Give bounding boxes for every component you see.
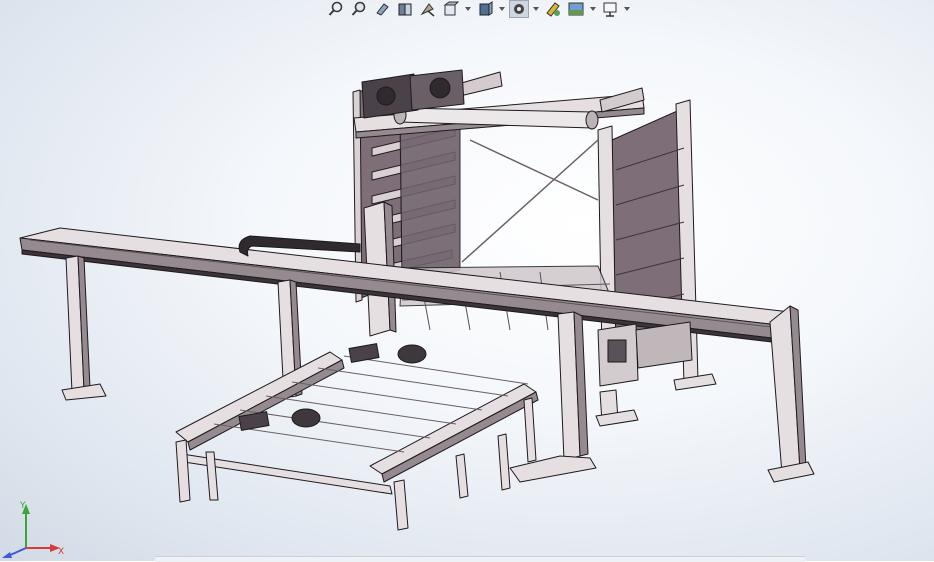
bottom-strip [155, 556, 805, 562]
reference-triad: Y X [2, 501, 64, 558]
top-gantry [353, 69, 645, 139]
triad-y-label: Y [19, 501, 26, 511]
graphics-viewport[interactable]: Y X [0, 0, 934, 562]
assembly-model[interactable] [0, 0, 934, 561]
triad-x-label: X [58, 547, 64, 557]
right-motor-bracket [597, 321, 693, 387]
diagonal-brace [461, 139, 599, 263]
front-conveyor [175, 343, 539, 531]
